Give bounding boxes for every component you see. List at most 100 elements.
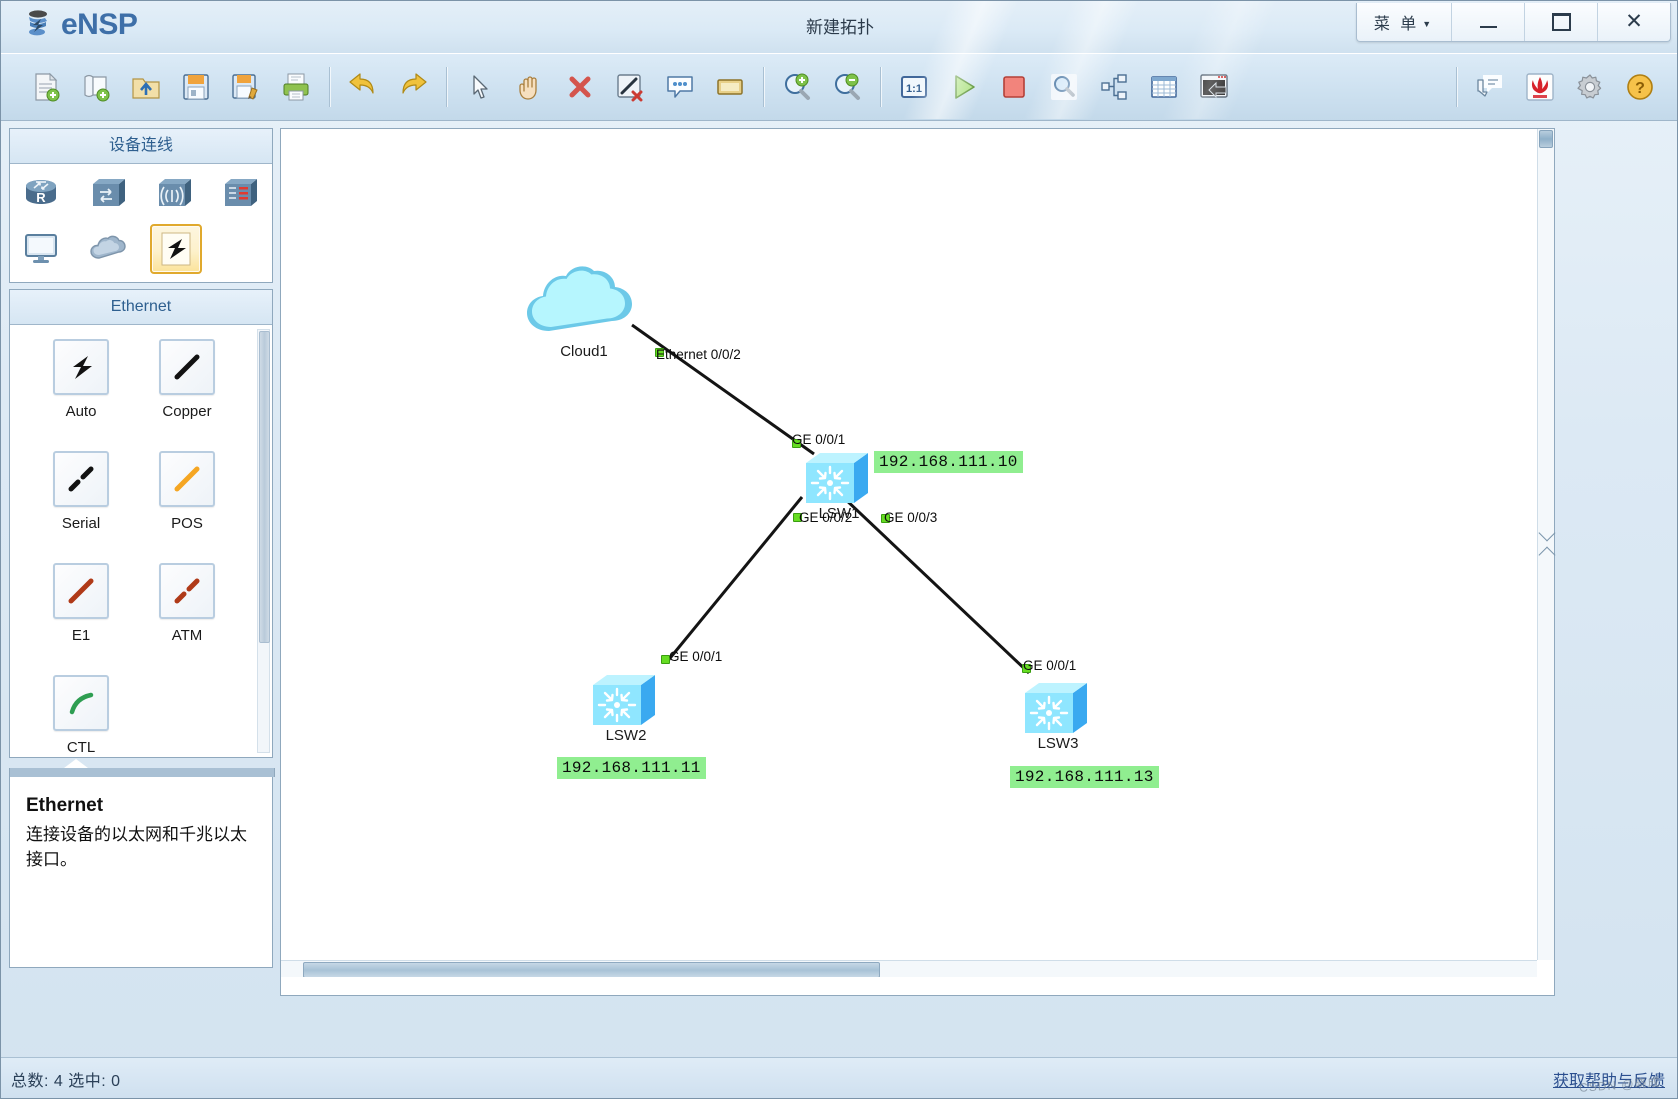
huawei-logo-button[interactable] bbox=[1517, 64, 1563, 110]
lightning-bolt-icon bbox=[161, 232, 191, 266]
device-category-router[interactable]: R bbox=[18, 170, 68, 218]
select-pointer-button[interactable] bbox=[457, 64, 503, 110]
interface-label-eth002: Ethernet 0/0/2 bbox=[656, 347, 741, 362]
canvas-vertical-scrollbar[interactable] bbox=[1537, 129, 1556, 960]
interface-label-ge001-lsw3: GE 0/0/1 bbox=[1023, 658, 1077, 673]
menu-button[interactable]: 菜 单 ▼ bbox=[1357, 3, 1451, 41]
cable-label: POS bbox=[171, 515, 203, 532]
stop-device-button[interactable] bbox=[991, 64, 1037, 110]
save-icon bbox=[183, 74, 209, 100]
minimize-button[interactable] bbox=[1451, 3, 1524, 41]
menu-label: 菜 单 bbox=[1373, 16, 1420, 33]
canvas-vscroll-thumb[interactable] bbox=[1539, 130, 1553, 148]
status-bar: 总数: 4 选中: 0 获取帮助与反馈 CSDN @晓成 bbox=[1, 1057, 1677, 1098]
settings-button[interactable] bbox=[1567, 64, 1613, 110]
new-topology-button[interactable] bbox=[23, 64, 69, 110]
link-lsw1-lsw2[interactable] bbox=[664, 496, 804, 664]
cable-icon-auto bbox=[53, 339, 109, 395]
delete-link-button[interactable] bbox=[607, 64, 653, 110]
switch-device-icon bbox=[593, 675, 655, 725]
chevron-down-icon: ▼ bbox=[1422, 19, 1435, 29]
zoom-in-button[interactable] bbox=[774, 64, 820, 110]
zoom-out-button[interactable] bbox=[824, 64, 870, 110]
undo-button[interactable] bbox=[340, 64, 386, 110]
topology-node-lsw2[interactable]: LSW2 bbox=[589, 669, 663, 744]
cable-item-auto[interactable]: Auto bbox=[28, 339, 134, 451]
feedback-button[interactable] bbox=[1467, 64, 1513, 110]
topology-node-cloud1[interactable]: Cloud1 bbox=[519, 249, 649, 360]
start-device-button[interactable] bbox=[941, 64, 987, 110]
cable-label: Serial bbox=[61, 515, 101, 532]
topology-node-lsw3[interactable]: LSW3 bbox=[1021, 677, 1095, 752]
open-folder-button[interactable] bbox=[123, 64, 169, 110]
device-category-switch[interactable] bbox=[84, 170, 134, 218]
topology-node-label: LSW3 bbox=[1037, 735, 1079, 752]
cable-panel: Ethernet Auto Copper Serial POS E1 ATM C… bbox=[9, 289, 273, 758]
topology-canvas[interactable]: Cloud1 LSW1 LSW2 LSW3 Ethernet 0/0/2 GE … bbox=[281, 129, 1537, 977]
switch-device-icon bbox=[1025, 683, 1087, 733]
pan-hand-button[interactable] bbox=[507, 64, 553, 110]
delete-button[interactable] bbox=[557, 64, 603, 110]
ip-badge-lsw3: 192.168.111.13 bbox=[1010, 766, 1159, 788]
zoom-in-icon bbox=[785, 73, 810, 100]
description-panel-notch bbox=[64, 759, 88, 768]
comment-icon bbox=[667, 76, 693, 98]
toolbar-group-run: 1:1 bbox=[889, 59, 1239, 115]
cable-item-copper[interactable]: Copper bbox=[134, 339, 240, 451]
redo-button[interactable] bbox=[390, 64, 436, 110]
svg-text:R: R bbox=[36, 190, 46, 205]
cable-item-atm[interactable]: ATM bbox=[134, 563, 240, 675]
help-feedback-link[interactable]: 获取帮助与反馈 bbox=[1553, 1067, 1665, 1091]
capture-packet-button[interactable] bbox=[1041, 64, 1087, 110]
device-panel: 设备连线 R bbox=[9, 128, 273, 283]
svg-text:?: ? bbox=[1635, 80, 1645, 97]
cable-item-ctl[interactable]: CTL bbox=[28, 675, 134, 757]
close-button[interactable]: ✕ bbox=[1597, 3, 1670, 41]
device-category-connection[interactable] bbox=[150, 224, 202, 274]
save-button[interactable] bbox=[173, 64, 219, 110]
interface-label-ge001-lsw1: GE 0/0/1 bbox=[792, 432, 846, 447]
cable-grid: Auto Copper Serial POS E1 ATM CTL bbox=[10, 325, 243, 757]
topology-tree-button[interactable] bbox=[1091, 64, 1137, 110]
device-category-cloud[interactable] bbox=[84, 224, 134, 272]
topology-node-lsw1[interactable]: LSW1 bbox=[802, 447, 876, 522]
router-icon: R bbox=[26, 180, 56, 205]
scroll-down-arrow-icon[interactable] bbox=[1538, 546, 1556, 564]
save-as-button[interactable] bbox=[223, 64, 269, 110]
cable-icon-copper bbox=[159, 339, 215, 395]
maximize-button[interactable] bbox=[1524, 3, 1597, 41]
device-category-firewall[interactable] bbox=[216, 170, 266, 218]
cable-list-scroll-thumb[interactable] bbox=[259, 331, 270, 643]
comment-button[interactable] bbox=[657, 64, 703, 110]
ip-badge-lsw2: 192.168.111.11 bbox=[557, 757, 706, 779]
start-device-icon bbox=[955, 75, 975, 99]
toolbar-group-help: ? bbox=[1465, 59, 1665, 115]
cable-item-e1[interactable]: E1 bbox=[28, 563, 134, 675]
console-button[interactable] bbox=[1191, 64, 1237, 110]
wireless-ap-icon bbox=[159, 179, 191, 206]
left-sidebar: 设备连线 R Ethernet Auto Copper Serial POS E… bbox=[9, 128, 275, 996]
cable-icon-e1 bbox=[53, 563, 109, 619]
device-category-wlan[interactable] bbox=[150, 170, 200, 218]
feedback-icon bbox=[1477, 75, 1502, 97]
scroll-up-arrow-icon[interactable] bbox=[1538, 524, 1556, 542]
grid-button[interactable] bbox=[1141, 64, 1187, 110]
device-category-endpoint[interactable] bbox=[18, 224, 68, 272]
shape-button[interactable] bbox=[707, 64, 753, 110]
new-scroll-button[interactable] bbox=[73, 64, 119, 110]
dashed-line-icon bbox=[174, 578, 200, 604]
toolbar-group-edit bbox=[338, 59, 438, 115]
canvas-hscroll-thumb[interactable] bbox=[303, 962, 880, 977]
cable-item-serial[interactable]: Serial bbox=[28, 451, 134, 563]
print-icon bbox=[283, 73, 309, 101]
canvas-horizontal-scrollbar[interactable] bbox=[281, 960, 1537, 977]
zoom-reset-button[interactable]: 1:1 bbox=[891, 64, 937, 110]
cable-icon-pos bbox=[159, 451, 215, 507]
help-button[interactable]: ? bbox=[1617, 64, 1663, 110]
link-cloud1-lsw1[interactable] bbox=[631, 323, 815, 456]
new-scroll-icon bbox=[84, 74, 110, 102]
switch-device-icon bbox=[806, 453, 868, 503]
cable-item-pos[interactable]: POS bbox=[134, 451, 240, 563]
cable-list-scrollbar[interactable] bbox=[257, 329, 270, 753]
print-button[interactable] bbox=[273, 64, 319, 110]
